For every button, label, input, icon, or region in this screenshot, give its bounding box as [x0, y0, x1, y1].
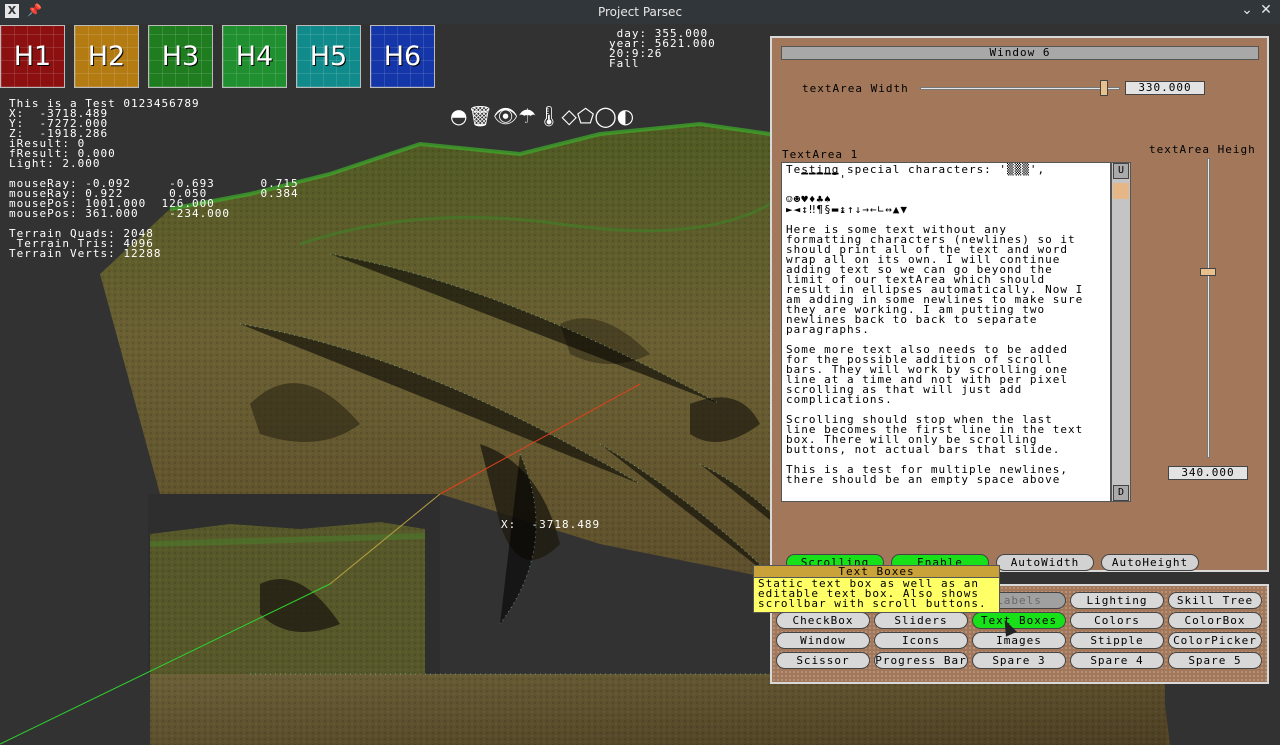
- width-slider-track[interactable]: [920, 87, 1120, 90]
- mouse-info: mouseRay: -0.092 -0.693 0.715 mouseRay: …: [9, 177, 299, 220]
- h1-button[interactable]: H1: [0, 25, 65, 88]
- toolbar-icons[interactable]: ◓🗑👁☂🌡◇⬠◯◐: [450, 104, 634, 128]
- h3-button[interactable]: H3: [148, 25, 213, 88]
- world-position-label: X: -3718.489: [501, 518, 601, 531]
- menu-stipple[interactable]: Stipple: [1070, 632, 1164, 649]
- scroll-thumb[interactable]: [1113, 183, 1129, 199]
- scroll-up-button[interactable]: U: [1113, 163, 1129, 179]
- menu-colorbox[interactable]: ColorBox: [1168, 612, 1262, 629]
- window-6-panel: Window 6 textArea Width 330.000 TextArea…: [770, 36, 1269, 572]
- textarea-paragraph: Here is some text without any formatting…: [786, 223, 1084, 336]
- menu-window[interactable]: Window: [776, 632, 870, 649]
- autowidth-toggle[interactable]: AutoWidth: [996, 554, 1094, 571]
- menu-text-boxes[interactable]: Text Boxes: [972, 612, 1066, 629]
- menu-sliders[interactable]: Sliders: [874, 612, 968, 629]
- h4-button[interactable]: H4: [222, 25, 287, 88]
- terrain-stats: Terrain Quads: 2048 Terrain Tris: 4096 T…: [9, 227, 162, 260]
- time-info: day: 355.000 year: 5621.000 20:9:26 Fall: [609, 27, 716, 70]
- width-value[interactable]: 330.000: [1125, 81, 1205, 95]
- menu-lighting[interactable]: Lighting: [1070, 592, 1164, 609]
- window-title: Project Parsec: [597, 5, 683, 19]
- menu-icons[interactable]: Icons: [874, 632, 968, 649]
- width-slider-knob[interactable]: [1100, 80, 1108, 96]
- h2-button[interactable]: H2: [74, 25, 139, 88]
- menu-skill-tree[interactable]: Skill Tree: [1168, 592, 1262, 609]
- textarea-paragraph: This is a test for multiple newlines, th…: [786, 463, 1069, 486]
- h6-button[interactable]: H6: [370, 25, 435, 88]
- textarea-paragraph: Testing special characters: '▒▒▒', ▔▔▔▔▔…: [786, 163, 1046, 216]
- menu-spare-4[interactable]: Spare 4: [1070, 652, 1164, 669]
- tooltip-body: Static text box as well as an editable t…: [758, 577, 987, 610]
- textarea-paragraph: Some more text also needs to be added fo…: [786, 343, 1069, 406]
- menu-spare-5[interactable]: Spare 5: [1168, 652, 1262, 669]
- text-area[interactable]: Testing special characters: '▒▒▒', ▔▔▔▔▔…: [781, 162, 1111, 502]
- height-slider-label: textArea Heigh: [1149, 143, 1256, 156]
- textarea-scrollbar[interactable]: U D: [1111, 162, 1131, 502]
- height-slider-track[interactable]: [1207, 158, 1210, 458]
- menu-progress-bar[interactable]: Progress Bar: [874, 652, 968, 669]
- menu-scissor[interactable]: Scissor: [776, 652, 870, 669]
- panel-title[interactable]: Window 6: [781, 46, 1259, 60]
- minimize-button[interactable]: ⌄: [1238, 2, 1256, 18]
- menu-images[interactable]: Images: [972, 632, 1066, 649]
- autoheight-toggle[interactable]: AutoHeight: [1101, 554, 1199, 571]
- textarea-paragraph: Scrolling should stop when the last line…: [786, 413, 1084, 456]
- menu-colors[interactable]: Colors: [1070, 612, 1164, 629]
- tooltip: Text Boxes Static text box as well as an…: [753, 565, 1000, 613]
- menu-colorpicker[interactable]: ColorPicker: [1168, 632, 1262, 649]
- menu-checkbox[interactable]: CheckBox: [776, 612, 870, 629]
- debug-info: This is a Test 0123456789 X: -3718.489 Y…: [9, 97, 200, 170]
- height-slider-knob[interactable]: [1200, 268, 1216, 276]
- window-titlebar: X 📌 Project Parsec ⌄ ✕: [0, 0, 1280, 24]
- width-slider-label: textArea Width: [802, 82, 909, 95]
- terrain-viewport[interactable]: H1 H2 H3 H4 H5 H6 This is a Test 0123456…: [0, 24, 1280, 745]
- menu-spare-3[interactable]: Spare 3: [972, 652, 1066, 669]
- scroll-down-button[interactable]: D: [1113, 485, 1129, 501]
- textarea-label: TextArea 1: [782, 148, 859, 161]
- h5-button[interactable]: H5: [296, 25, 361, 88]
- close-button[interactable]: ✕: [1257, 2, 1275, 18]
- height-value[interactable]: 340.000: [1168, 466, 1248, 480]
